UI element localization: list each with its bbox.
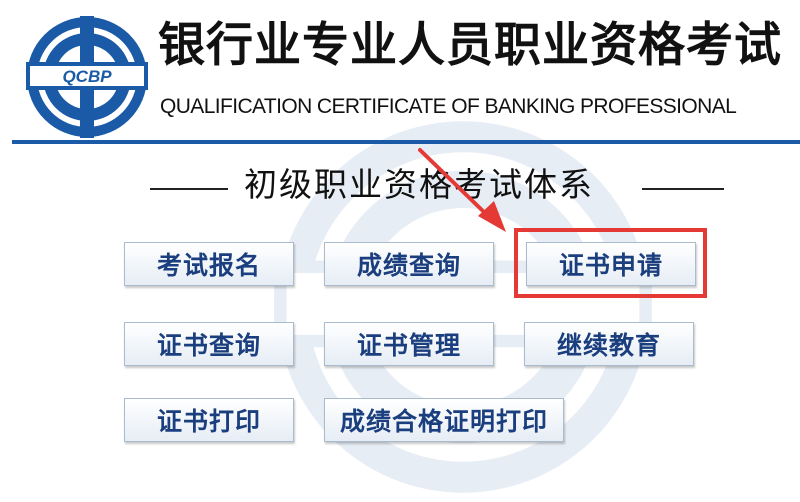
highlight-box	[514, 228, 707, 298]
exam-registration-button[interactable]: 考试报名	[124, 242, 294, 286]
heading-rule-left	[150, 188, 228, 190]
qcbp-logo-icon: QCBP	[26, 16, 148, 138]
logo-text: QCBP	[62, 67, 112, 86]
section-title-text: 初级职业资格考试体系	[244, 165, 594, 204]
certificate-query-button[interactable]: 证书查询	[124, 322, 294, 366]
certificate-management-button[interactable]: 证书管理	[324, 322, 494, 366]
score-query-button[interactable]: 成绩查询	[324, 242, 494, 286]
score-certificate-print-button[interactable]: 成绩合格证明打印	[324, 398, 564, 442]
site-title-chinese: 银行业专业人员职业资格考试	[158, 18, 782, 73]
certificate-print-button[interactable]: 证书打印	[124, 398, 294, 442]
continuing-education-button[interactable]: 继续教育	[524, 322, 694, 366]
section-heading: 初级职业资格考试体系	[0, 164, 800, 204]
heading-rule-right	[642, 188, 724, 190]
